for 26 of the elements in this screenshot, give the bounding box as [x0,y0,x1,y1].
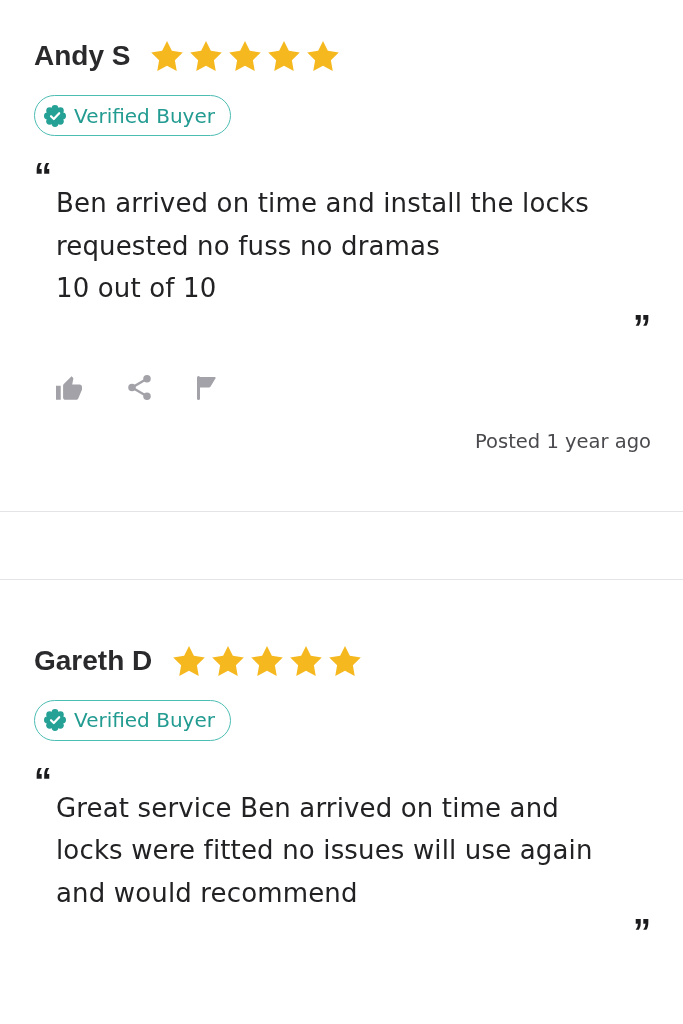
star-icon [151,41,184,71]
star-icon [190,41,223,71]
star-icon [329,645,362,676]
thumbs-up-icon[interactable] [56,375,82,400]
open-quote-mark: “ [34,163,52,177]
close-quote-mark: ” [633,314,651,329]
star-icon [307,41,340,71]
review-text: Ben arrived on time and install the locks requested no fuss no dramas 10 out of 10 [56,187,589,305]
flag-icon[interactable] [197,375,216,400]
posted-date: Posted 1 year ago [475,429,651,454]
star-icon [173,645,206,676]
star-icon [268,41,301,71]
star-icon [290,645,323,676]
verified-label: Verified Buyer [74,103,215,128]
star-icon [251,645,284,676]
verified-check-icon [44,104,66,127]
star-icon [229,41,262,71]
reviewer-name: Gareth D [34,644,153,677]
verified-check-icon [44,709,66,731]
close-quote-mark: ” [633,919,651,933]
verified-label: Verified Buyer [74,708,215,732]
share-icon[interactable] [128,375,151,400]
review-text: Great service Ben arrived on time and locks were fitted no issues will use again and would recommend [56,791,593,910]
star-icon [212,645,245,676]
reviewer-name: Andy S [34,40,131,72]
open-quote-mark: “ [34,767,52,782]
